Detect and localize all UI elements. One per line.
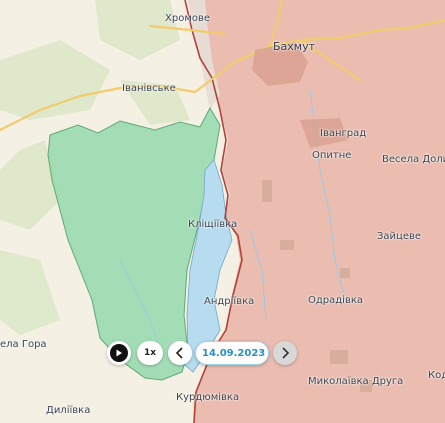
date-value: 14.09.2023 xyxy=(202,347,266,359)
label-vela-hora: ела Гора xyxy=(0,339,47,350)
label-andriivka: Андріївка xyxy=(204,296,255,307)
label-ivanhrad: Іванград xyxy=(320,128,367,139)
label-vesela-dolyna: Весела Долина xyxy=(382,154,445,165)
label-opytne: Опитне xyxy=(312,150,352,161)
label-bakhmut: Бахмут xyxy=(273,40,316,53)
label-kodema: Кодем xyxy=(428,370,445,381)
label-kurdiumivka: Курдюмівка xyxy=(176,392,240,403)
play-icon xyxy=(110,344,128,362)
chevron-right-icon xyxy=(282,347,290,359)
label-ivanivske: Іванівське xyxy=(122,83,176,94)
label-odradivka: Одрадівка xyxy=(308,295,364,306)
label-khromove: Хромове xyxy=(165,13,211,24)
next-date-button[interactable] xyxy=(273,341,297,365)
date-input[interactable]: 14.09.2023 xyxy=(195,341,269,365)
label-diliivka: Диліївка xyxy=(46,405,91,416)
label-klishchiivka: Кліщіївка xyxy=(188,219,238,230)
chevron-left-icon xyxy=(175,347,183,359)
label-mykolaivka-druha: Миколаївка Друга xyxy=(308,376,404,387)
label-zaitseve: Зайцеве xyxy=(377,231,422,242)
play-button[interactable] xyxy=(107,341,131,365)
speed-button[interactable]: 1x xyxy=(137,341,163,365)
previous-date-button[interactable] xyxy=(168,341,192,365)
speed-label: 1x xyxy=(143,348,157,358)
